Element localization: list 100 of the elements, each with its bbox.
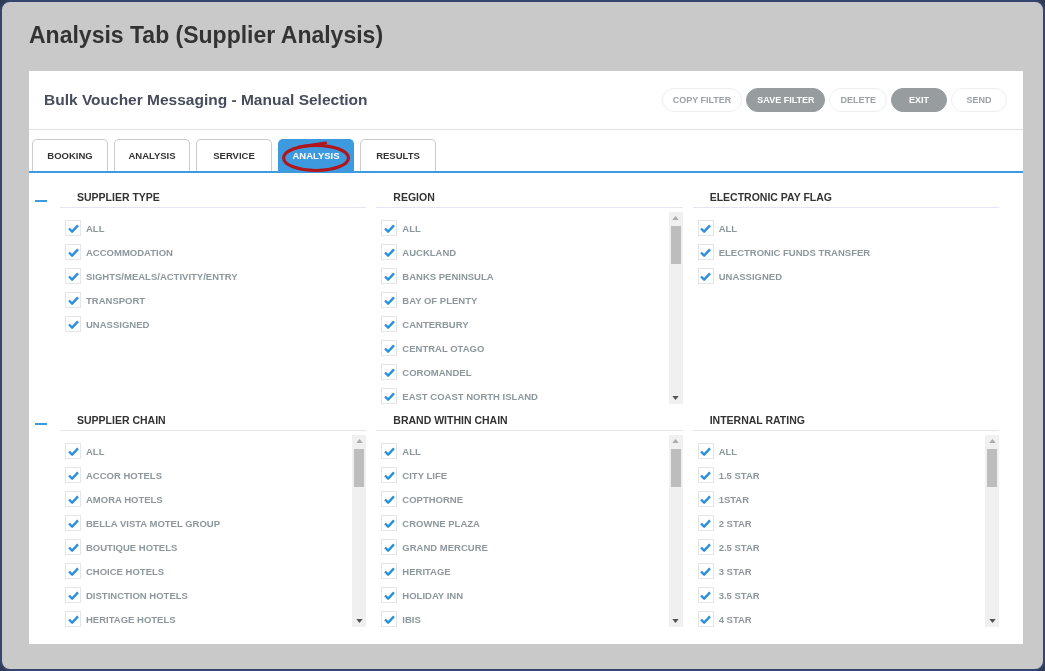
option-label[interactable]: ALL (718, 445, 738, 457)
checkbox[interactable] (65, 268, 81, 284)
checkbox[interactable] (65, 587, 81, 603)
checkbox[interactable] (65, 539, 81, 555)
scroll-up-icon[interactable] (355, 439, 363, 443)
option-label[interactable]: ALL (402, 222, 421, 234)
option-label[interactable]: CHOICE HOTELS (86, 565, 165, 577)
checkbox[interactable] (65, 515, 81, 531)
checkbox[interactable] (697, 539, 714, 555)
option-label[interactable]: HERITAGE (402, 565, 451, 577)
option-label[interactable]: EAST COAST NORTH ISLAND (402, 390, 538, 402)
checkbox[interactable] (381, 316, 398, 332)
scroll-up-icon[interactable] (672, 439, 680, 443)
option-label[interactable]: ELECTRONIC FUNDS TRANSFER (718, 246, 871, 258)
scrollbar-thumb[interactable] (987, 449, 997, 487)
option-label[interactable]: ACCOR HOTELS (86, 469, 162, 481)
option-label[interactable]: 3.5 STAR (718, 589, 760, 601)
scrollbar-thumb[interactable] (354, 449, 365, 487)
checkbox[interactable] (65, 316, 81, 332)
checkbox[interactable] (65, 563, 81, 579)
checkbox[interactable] (381, 443, 398, 459)
checkbox[interactable] (697, 491, 714, 507)
option-label[interactable]: CROWNE PLAZA (402, 517, 480, 529)
action-button[interactable]: EXIT (891, 88, 947, 112)
option-label[interactable]: COROMANDEL (402, 366, 472, 378)
tab[interactable]: ANALYSIS (114, 139, 190, 171)
option-label[interactable]: HERITAGE HOTELS (86, 613, 176, 625)
option-label[interactable]: AMORA HOTELS (86, 493, 163, 505)
option-label[interactable]: 2 STAR (718, 517, 752, 529)
checkbox[interactable] (381, 611, 398, 627)
option-label[interactable]: UNASSIGNED (86, 318, 150, 330)
tab[interactable]: RESULTS (360, 139, 436, 171)
option-label[interactable]: ACCOMMODATION (86, 246, 173, 258)
scroll-up-icon[interactable] (988, 439, 996, 443)
scrollbar[interactable] (985, 435, 999, 627)
checkbox[interactable] (697, 268, 714, 284)
option-label[interactable]: CENTRAL OTAGO (402, 342, 485, 354)
checkbox[interactable] (381, 515, 398, 531)
checkbox[interactable] (381, 539, 398, 555)
option-label[interactable]: 3 STAR (718, 565, 752, 577)
checkbox[interactable] (381, 563, 398, 579)
option-label[interactable]: IBIS (402, 613, 421, 625)
option-label[interactable]: BOUTIQUE HOTELS (86, 541, 178, 553)
checkbox[interactable] (697, 220, 714, 236)
tab[interactable]: BOOKING (32, 139, 108, 171)
checkbox[interactable] (697, 467, 714, 483)
checkbox[interactable] (381, 220, 398, 236)
option-label[interactable]: BAY OF PLENTY (402, 294, 478, 306)
checkbox[interactable] (697, 443, 714, 459)
option-label[interactable]: 2.5 STAR (718, 541, 760, 553)
option-label[interactable]: CANTERBURY (402, 318, 469, 330)
option-label[interactable]: ALL (718, 222, 738, 234)
option-label[interactable]: 1STAR (718, 493, 750, 505)
checkbox[interactable] (65, 292, 81, 308)
checkbox[interactable] (381, 388, 398, 404)
checkbox[interactable] (381, 268, 398, 284)
option-label[interactable]: 1.5 STAR (718, 469, 760, 481)
option-label[interactable]: GRAND MERCURE (402, 541, 488, 553)
checkbox[interactable] (381, 491, 398, 507)
checkbox[interactable] (697, 587, 714, 603)
checkbox[interactable] (381, 292, 398, 308)
checkbox[interactable] (65, 611, 81, 627)
checkbox[interactable] (65, 220, 81, 236)
option-label[interactable]: ALL (86, 445, 105, 457)
scrollbar-thumb[interactable] (670, 449, 681, 487)
checkbox[interactable] (381, 467, 398, 483)
scrollbar[interactable] (352, 435, 367, 627)
option-label[interactable]: HOLIDAY INN (402, 589, 464, 601)
checkbox[interactable] (697, 244, 714, 260)
action-button[interactable]: SAVE FILTER (746, 88, 826, 112)
scroll-down-icon[interactable] (988, 619, 996, 623)
scroll-down-icon[interactable] (672, 396, 680, 400)
checkbox[interactable] (381, 340, 398, 356)
option-label[interactable]: ALL (86, 222, 105, 234)
option-label[interactable]: AUCKLAND (402, 246, 457, 258)
option-label[interactable]: BELLA VISTA MOTEL GROUP (86, 517, 221, 529)
scrollbar[interactable] (668, 435, 683, 627)
checkbox[interactable] (65, 491, 81, 507)
checkbox[interactable] (697, 611, 714, 627)
option-label[interactable]: ALL (402, 445, 421, 457)
scrollbar-thumb[interactable] (670, 226, 681, 264)
option-label[interactable]: 4 STAR (718, 613, 752, 625)
option-label[interactable]: SIGHTS/MEALS/ACTIVITY/ENTRY (86, 270, 238, 282)
scrollbar[interactable] (668, 212, 683, 404)
checkbox[interactable] (697, 515, 714, 531)
scroll-down-icon[interactable] (672, 619, 680, 623)
option-label[interactable]: COPTHORNE (402, 493, 464, 505)
checkbox[interactable] (65, 467, 81, 483)
option-label[interactable]: UNASSIGNED (718, 270, 782, 282)
checkbox[interactable] (381, 587, 398, 603)
checkbox[interactable] (697, 563, 714, 579)
tab[interactable]: SERVICE (196, 139, 272, 171)
checkbox[interactable] (65, 443, 81, 459)
option-label[interactable]: TRANSPORT (86, 294, 146, 306)
scroll-up-icon[interactable] (672, 216, 680, 220)
option-label[interactable]: DISTINCTION HOTELS (86, 589, 188, 601)
checkbox[interactable] (381, 244, 398, 260)
scroll-down-icon[interactable] (355, 619, 363, 623)
option-label[interactable]: BANKS PENINSULA (402, 270, 494, 282)
checkbox[interactable] (65, 244, 81, 260)
